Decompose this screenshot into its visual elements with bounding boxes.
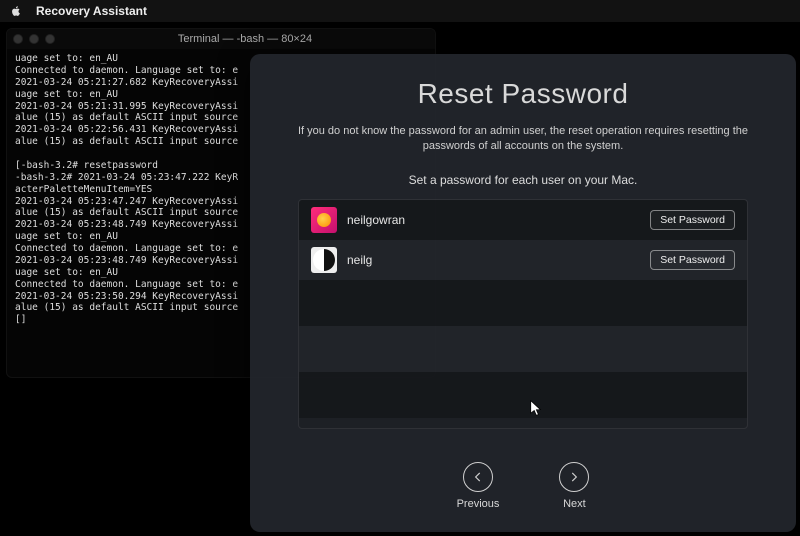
arrow-left-icon bbox=[463, 462, 493, 492]
user-row[interactable]: neilg Set Password bbox=[299, 240, 747, 280]
previous-label: Previous bbox=[457, 498, 500, 510]
close-icon[interactable] bbox=[13, 34, 23, 44]
empty-row bbox=[299, 280, 747, 326]
set-password-button[interactable]: Set Password bbox=[650, 250, 735, 270]
user-row[interactable]: neilgowran Set Password bbox=[299, 200, 747, 240]
panel-description: If you do not know the password for an a… bbox=[278, 124, 768, 155]
user-list: neilgowran Set Password neilg Set Passwo… bbox=[298, 199, 748, 429]
empty-row bbox=[299, 372, 747, 418]
minimize-icon[interactable] bbox=[29, 34, 39, 44]
zoom-icon[interactable] bbox=[45, 34, 55, 44]
apple-menu-icon[interactable] bbox=[10, 5, 22, 17]
set-password-button[interactable]: Set Password bbox=[650, 210, 735, 230]
next-button[interactable]: Next bbox=[559, 462, 589, 510]
next-label: Next bbox=[563, 498, 586, 510]
previous-button[interactable]: Previous bbox=[457, 462, 500, 510]
menubar: Recovery Assistant bbox=[0, 0, 800, 22]
reset-password-panel: Reset Password If you do not know the pa… bbox=[250, 54, 796, 532]
panel-nav: Previous Next bbox=[278, 448, 768, 516]
panel-title: Reset Password bbox=[278, 78, 768, 110]
terminal-titlebar: Terminal — -bash — 80×24 bbox=[7, 29, 435, 49]
app-name: Recovery Assistant bbox=[36, 4, 147, 18]
username-label: neilgowran bbox=[347, 213, 640, 227]
avatar bbox=[311, 207, 337, 233]
avatar bbox=[311, 247, 337, 273]
username-label: neilg bbox=[347, 253, 640, 267]
window-controls[interactable] bbox=[13, 34, 55, 44]
panel-subheading: Set a password for each user on your Mac… bbox=[278, 173, 768, 187]
arrow-right-icon bbox=[559, 462, 589, 492]
empty-row bbox=[299, 326, 747, 372]
terminal-title: Terminal — -bash — 80×24 bbox=[61, 33, 429, 45]
